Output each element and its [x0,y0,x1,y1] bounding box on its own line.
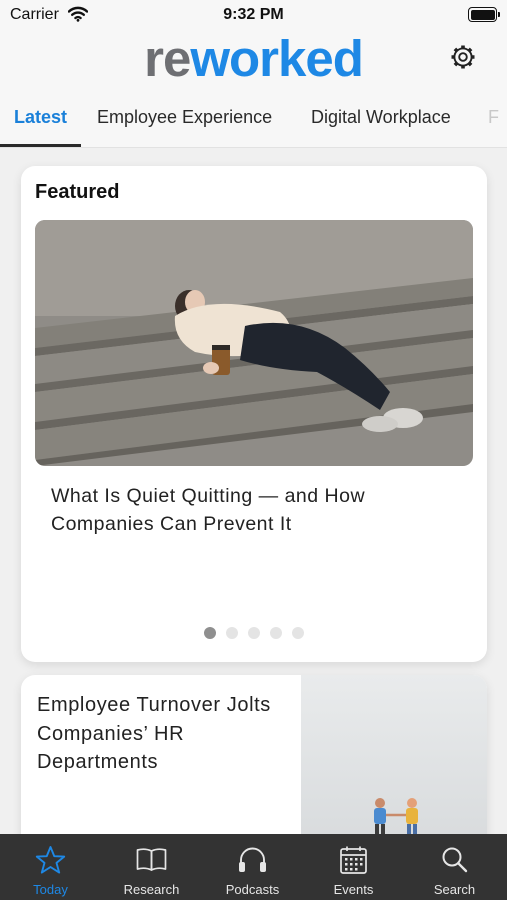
tab-bar-podcasts[interactable]: Podcasts [202,834,303,900]
book-icon [136,848,167,871]
featured-article-image[interactable] [35,220,473,466]
tab-digital-workplace[interactable]: Digital Workplace [311,107,451,128]
article-thumbnail[interactable] [301,675,487,855]
carousel-dot[interactable] [270,627,282,639]
featured-article-title[interactable]: What Is Quiet Quitting — and How Compani… [51,482,451,538]
category-tabs: Latest Employee Experience Digital Workp… [0,88,507,148]
tab-bar-label: Events [333,882,374,897]
battery-icon [468,7,500,22]
calendar-icon [340,846,367,874]
tab-bar-label: Research [123,882,180,897]
gear-icon[interactable] [449,43,477,71]
article-card[interactable]: Employee Turnover Jolts Companies’ HR De… [21,675,487,855]
carousel-page-indicator [21,627,487,639]
tab-bar-today[interactable]: Today [0,834,101,900]
headphones-icon [239,847,266,872]
tab-bar-research[interactable]: Research [101,834,202,900]
tab-bar-label: Today [33,882,68,897]
app-logo: reworked [0,32,507,86]
bottom-tab-bar: Today Research Podcasts Events Search [0,834,507,900]
carousel-dot[interactable] [292,627,304,639]
carousel-dot[interactable] [248,627,260,639]
logo-re: re [144,30,191,87]
tab-bar-events[interactable]: Events [303,834,404,900]
tab-bar-label: Podcasts [225,882,280,897]
status-time: 9:32 PM [223,6,284,23]
search-icon [442,847,468,873]
tab-latest[interactable]: Latest [14,107,67,128]
featured-heading: Featured [35,181,120,203]
status-bar: Carrier 9:32 PM [0,0,507,30]
article-title[interactable]: Employee Turnover Jolts Companies’ HR De… [37,691,287,777]
tab-next-partial[interactable]: F [488,107,499,128]
tab-bar-label: Search [433,882,476,897]
tab-employee-experience[interactable]: Employee Experience [97,107,272,128]
tab-bar-search[interactable]: Search [404,834,505,900]
active-tab-indicator [0,144,81,147]
logo-worked: worked [190,30,364,87]
star-icon [35,846,66,874]
carousel-dot[interactable] [226,627,238,639]
carousel-dot[interactable] [204,627,216,639]
app-header: reworked [0,30,507,88]
featured-card[interactable]: Featured What Is Quiet Quitting — and Ho… [21,166,487,662]
